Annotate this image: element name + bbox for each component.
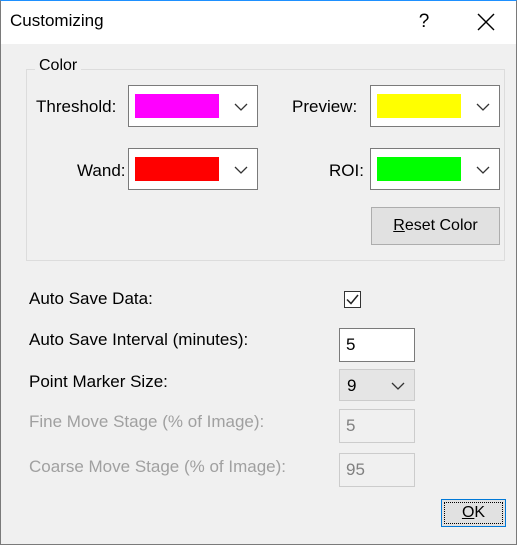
reset-color-button[interactable]: Reset Color (371, 207, 500, 245)
reset-color-label: eset Color (404, 217, 478, 234)
fine-move-stage-input[interactable]: 5 (339, 409, 415, 443)
roi-color-swatch (377, 157, 461, 181)
fine-move-stage-label: Fine Move Stage (% of Image): (29, 412, 265, 431)
chevron-down-icon (234, 166, 248, 174)
roi-color-combo[interactable] (370, 148, 500, 190)
color-group-legend: Color (35, 57, 82, 75)
help-button[interactable]: ? (410, 9, 438, 35)
point-marker-size-value: 9 (347, 376, 357, 395)
auto-save-interval-input[interactable]: 5 (339, 328, 415, 362)
point-marker-size-select[interactable]: 9 (339, 369, 415, 401)
reset-color-mnemonic: R (393, 217, 405, 234)
wand-color-combo[interactable] (128, 148, 258, 190)
preview-color-swatch (377, 94, 461, 118)
dialog-title: Customizing (10, 11, 104, 30)
wand-color-swatch (135, 157, 219, 181)
ok-button[interactable]: OK (441, 499, 506, 527)
customizing-dialog: Customizing ? Color Threshold: Preview: … (0, 0, 517, 545)
chevron-down-icon (391, 382, 405, 390)
coarse-move-stage-input[interactable]: 95 (339, 453, 415, 487)
auto-save-interval-label: Auto Save Interval (minutes): (29, 330, 249, 349)
threshold-color-combo[interactable] (128, 85, 258, 127)
close-icon (477, 13, 495, 31)
title-bar: Customizing ? (1, 1, 516, 44)
roi-label: ROI: (329, 161, 364, 180)
auto-save-data-checkbox[interactable] (344, 291, 361, 308)
chevron-down-icon (234, 103, 248, 111)
wand-label: Wand: (77, 161, 126, 180)
preview-label: Preview: (292, 97, 358, 116)
ok-button-focus-ring (444, 502, 503, 524)
threshold-color-swatch (135, 94, 219, 118)
close-button[interactable] (469, 7, 503, 37)
auto-save-data-label: Auto Save Data: (29, 289, 153, 308)
coarse-move-stage-label: Coarse Move Stage (% of Image): (29, 457, 287, 476)
checkmark-icon (346, 294, 359, 305)
threshold-label: Threshold: (36, 97, 117, 116)
point-marker-size-label: Point Marker Size: (29, 372, 168, 391)
chevron-down-icon (476, 103, 490, 111)
preview-color-combo[interactable] (370, 85, 500, 127)
chevron-down-icon (476, 166, 490, 174)
